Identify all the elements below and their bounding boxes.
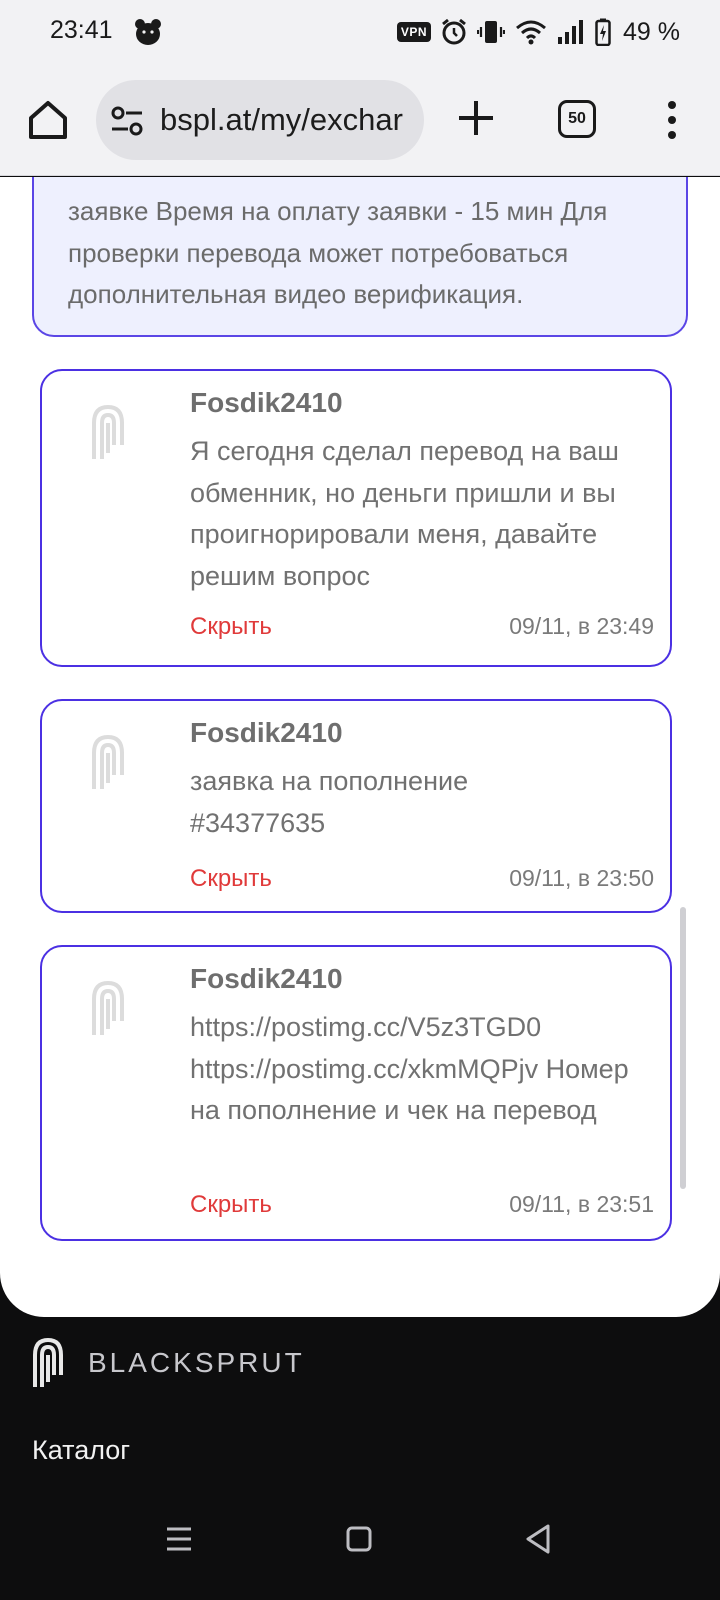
message-card: Fosdik2410 Я сегодня сделал перевод на в… (40, 369, 672, 667)
message-time: 09/11, в 23:51 (509, 1191, 654, 1217)
battery-charging-icon (595, 18, 611, 46)
hide-button[interactable]: Скрыть (190, 1191, 272, 1219)
status-bar: 23:41 VPN 49 % (0, 0, 720, 64)
system-nav-bar (0, 1480, 720, 1600)
alarm-icon (442, 18, 466, 45)
message-text: https://postimg.cc/V5z3TGD0 https://post… (190, 1012, 629, 1125)
message-text: заявка на пополнение #34377635 (190, 766, 469, 838)
message-text: Я сегодня сделал перевод на ваш обменник… (190, 436, 619, 591)
new-tab-icon[interactable] (456, 98, 496, 138)
info-notice: заявке Время на оплату заявки - 15 мин Д… (32, 177, 688, 337)
message-card: Fosdik2410 https://postimg.cc/V5z3TGD0 h… (40, 945, 672, 1241)
blacksprut-brand-icon[interactable] (30, 1335, 66, 1389)
message-author: Fosdik2410 (190, 717, 343, 748)
vibrate-icon (477, 21, 506, 43)
page-scrollbar[interactable] (680, 907, 686, 1189)
signal-icon (558, 20, 584, 44)
message-author: Fosdik2410 (190, 387, 343, 418)
recents-icon[interactable] (154, 1514, 204, 1564)
vpn-icon: VPN (396, 22, 432, 42)
home-icon[interactable] (26, 98, 70, 142)
back-icon[interactable] (514, 1514, 564, 1564)
browser-toolbar: bspl.at/my/exchar 50 (0, 64, 720, 176)
hide-button[interactable]: Скрыть (190, 865, 272, 893)
site-settings-icon[interactable] (110, 104, 144, 138)
blacksprut-logo-icon (92, 404, 124, 459)
blacksprut-logo-icon (92, 734, 124, 789)
message-author: Fosdik2410 (190, 963, 343, 994)
hide-button[interactable]: Скрыть (190, 613, 272, 641)
brand-name[interactable]: BLACKSPRUT (88, 1347, 305, 1379)
info-text: заявке Время на оплату заявки - 15 мин Д… (68, 196, 608, 309)
blacksprut-logo-icon (92, 980, 124, 1035)
catalog-title: Каталог (32, 1435, 131, 1465)
address-bar[interactable]: bspl.at/my/exchar (96, 80, 424, 160)
wifi-icon (516, 20, 546, 45)
bear-icon (135, 19, 161, 45)
more-menu-icon[interactable] (660, 98, 684, 142)
status-time: 23:41 (50, 16, 113, 44)
url-text[interactable]: bspl.at/my/exchar (160, 102, 412, 138)
status-icons: VPN 49 % (396, 14, 680, 50)
home-square-icon[interactable] (334, 1514, 384, 1564)
message-time: 09/11, в 23:50 (509, 865, 654, 891)
tab-switcher-icon[interactable]: 50 (558, 100, 596, 138)
message-time: 09/11, в 23:49 (509, 613, 654, 639)
message-card: Fosdik2410 заявка на пополнение #3437763… (40, 699, 672, 913)
page-content: заявке Время на оплату заявки - 15 мин Д… (0, 177, 720, 1317)
battery-percent: 49 % (623, 17, 680, 46)
